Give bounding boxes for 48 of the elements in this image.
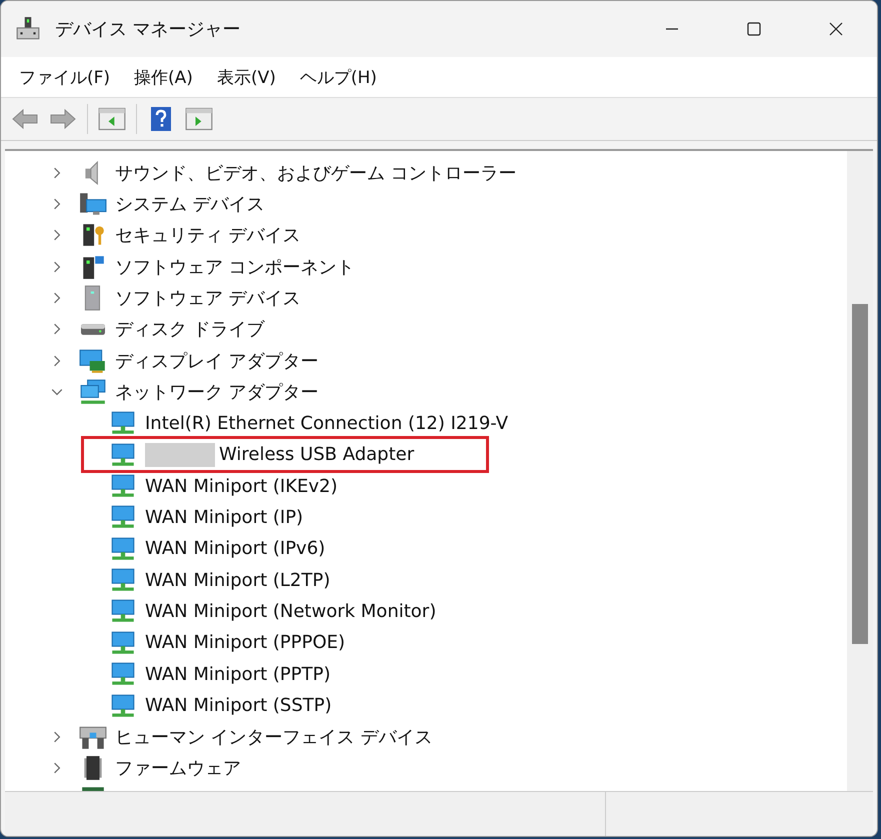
tree-item[interactable]: ディスプレイ アダプター [115,348,319,373]
maximize-icon[interactable] [746,21,762,37]
device-manager-icon [15,16,41,42]
back-arrow-icon[interactable] [11,106,39,132]
network-adapter-icon [109,410,137,436]
close-icon[interactable] [828,21,844,37]
tree-item[interactable]: WAN Miniport (IKEv2) [145,476,338,497]
tree-item[interactable]: サウンド、ビデオ、およびゲーム コントローラー [115,160,517,185]
forward-arrow-icon[interactable] [49,106,77,132]
network-adapter-icon [109,473,137,500]
window-title: デバイス マネージャー [55,18,241,41]
pane-left-icon[interactable] [98,106,126,132]
tree-item[interactable]: WAN Miniport (PPPOE) [145,632,346,654]
scrollbar-thumb[interactable] [852,304,868,644]
tree-item[interactable]: Wireless USB Adapter [219,444,414,466]
network-adapter-icon [109,536,137,562]
network-adapter-icon [109,598,137,624]
network-adapter-icon [109,630,137,656]
tree-item[interactable]: WAN Miniport (Network Monitor) [145,600,436,622]
tree-item[interactable]: WAN Miniport (PPTP) [145,664,330,685]
tree-item[interactable]: ディスク ドライブ [115,317,265,342]
tree-item[interactable]: ネットワーク アダプター [115,380,319,404]
disk-drive-icon [81,324,105,335]
tree-item[interactable]: セキュリティ デバイス [115,223,301,248]
tree-item[interactable]: システム デバイス [115,192,265,216]
pane-right-icon[interactable] [185,106,213,132]
menu-item[interactable]: 操作(A) [134,66,193,88]
network-adapter-icon [109,661,137,688]
menu-item[interactable]: ヘルプ(H) [300,66,377,88]
tree-item[interactable]: ソフトウェア デバイス [115,286,301,310]
scrollbar[interactable] [847,151,873,791]
network-adapter-icon [109,567,137,594]
monitor-card-icon [79,348,107,374]
tree-item[interactable]: ヒューマン インターフェイス デバイス [115,724,432,749]
menu-item[interactable]: ファイル(F) [19,66,110,88]
tree-item[interactable]: WAN Miniport (SSTP) [145,695,332,716]
tree-item[interactable]: Intel(R) Ethernet Connection (12) I219-V [145,412,508,434]
network-icon [79,379,107,406]
computer-icon [79,191,107,218]
network-adapter-icon [109,504,137,530]
tree-item[interactable]: WAN Miniport (IPv6) [145,538,326,560]
menu-item[interactable]: 表示(V) [216,66,276,88]
tree-item[interactable]: ソフトウェア コンポーネント [115,254,355,279]
tree-item[interactable]: WAN Miniport (IP) [145,506,304,528]
network-adapter-icon [109,442,137,468]
tree-item[interactable]: ファームウェア [115,756,241,780]
tree-item[interactable]: WAN Miniport (L2TP) [145,570,330,591]
network-adapter-icon [109,692,137,719]
